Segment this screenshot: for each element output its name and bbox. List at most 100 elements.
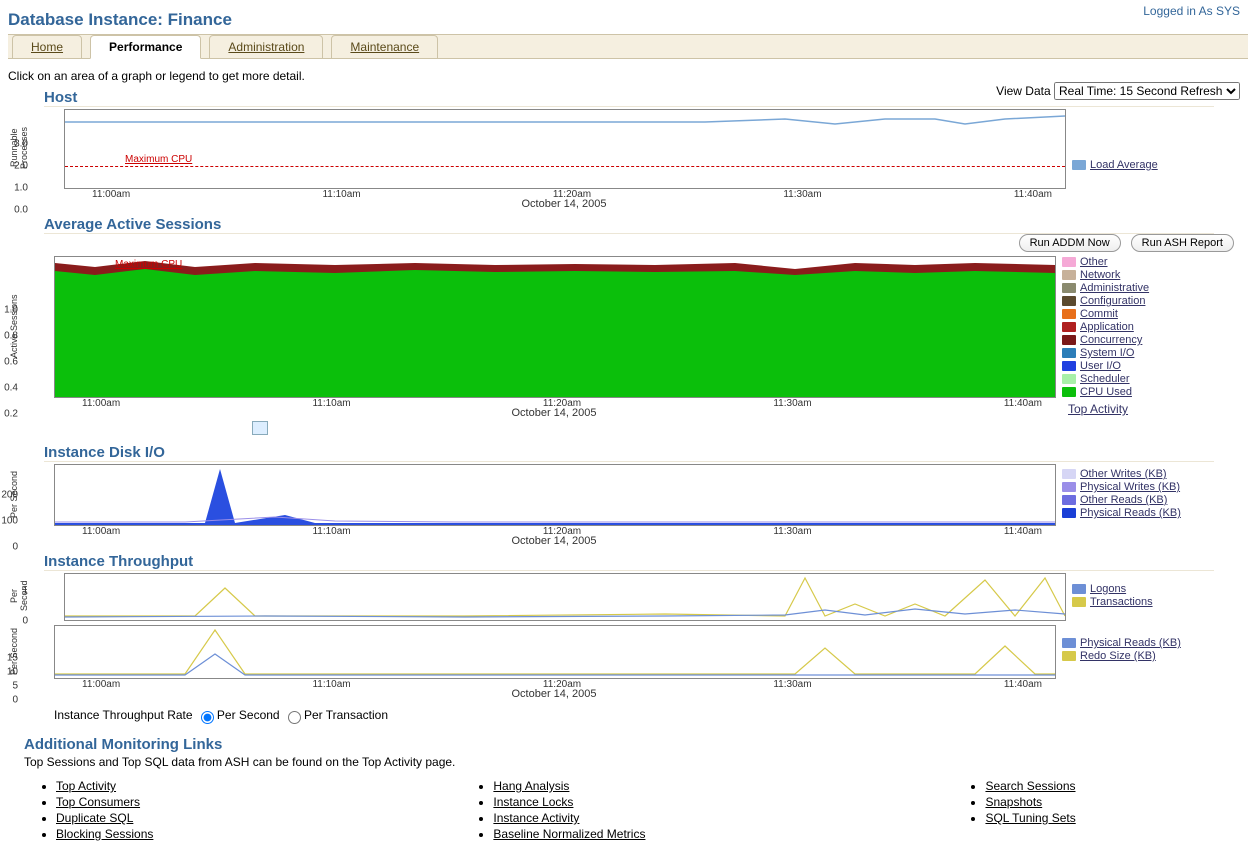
ytick: 0 [12, 695, 18, 706]
aml-link-blocking-sessions[interactable]: Blocking Sessions [56, 827, 153, 841]
io-date: October 14, 2005 [54, 535, 1054, 547]
thr-date: October 14, 2005 [54, 688, 1054, 700]
swatch-icon [1062, 270, 1076, 280]
xtick: 11:10am [322, 189, 360, 200]
aml-link-sql-tuning-sets[interactable]: SQL Tuning Sets [985, 811, 1075, 825]
legend-concurrency[interactable]: Concurrency [1080, 334, 1142, 346]
swatch-icon [1072, 160, 1086, 170]
xtick: 11:10am [312, 398, 350, 409]
swatch-icon [1062, 651, 1076, 661]
rate-per-second-radio[interactable] [201, 711, 214, 724]
legend-other[interactable]: Other [1080, 256, 1108, 268]
top-activity-link[interactable]: Top Activity [1068, 402, 1128, 416]
thr2-chart[interactable] [54, 625, 1056, 679]
host-maxcpu-link[interactable]: Maximum CPU [125, 154, 192, 165]
ytick: 1.0 [4, 305, 18, 316]
ytick: 0.6 [4, 357, 18, 368]
section-aas-title: Average Active Sessions [44, 216, 1214, 234]
legend-physical-writes-kb-[interactable]: Physical Writes (KB) [1080, 481, 1180, 493]
run-ash-button[interactable]: Run ASH Report [1131, 234, 1234, 252]
legend-cpu-used[interactable]: CPU Used [1080, 386, 1132, 398]
section-io-title: Instance Disk I/O [44, 444, 1214, 462]
ytick: 10 [7, 667, 18, 678]
legend-logons[interactable]: Logons [1090, 583, 1126, 595]
aml-link-instance-locks[interactable]: Instance Locks [493, 795, 573, 809]
login-status: Logged in As SYS [1143, 4, 1240, 18]
xtick: 11:40am [1004, 526, 1042, 537]
legend-commit[interactable]: Commit [1080, 308, 1118, 320]
swatch-icon [1062, 482, 1076, 492]
swatch-icon [1062, 348, 1076, 358]
xtick: 11:10am [312, 526, 350, 537]
view-data-label: View Data [996, 84, 1050, 98]
section-thr-title: Instance Throughput [44, 553, 1214, 571]
aas-chart[interactable]: Maximum CPU [54, 256, 1056, 398]
legend-configuration[interactable]: Configuration [1080, 295, 1145, 307]
legend-application[interactable]: Application [1080, 321, 1134, 333]
xtick: 11:00am [82, 526, 120, 537]
aml-link-duplicate-sql[interactable]: Duplicate SQL [56, 811, 133, 825]
legend-physical-reads-kb-[interactable]: Physical Reads (KB) [1080, 637, 1181, 649]
legend-system-i-o[interactable]: System I/O [1080, 347, 1134, 359]
ytick: 0.4 [4, 383, 18, 394]
thr1-chart[interactable] [64, 573, 1066, 621]
aas-maxcpu-link[interactable]: Maximum CPU [115, 259, 182, 270]
host-chart[interactable]: Maximum CPU [64, 109, 1066, 189]
drilldown-icon[interactable] [252, 421, 268, 435]
ytick: 5 [12, 681, 18, 692]
tab-home[interactable]: Home [12, 35, 82, 59]
ytick: 0.8 [4, 331, 18, 342]
aml-link-top-activity[interactable]: Top Activity [56, 779, 116, 793]
io-chart[interactable] [54, 464, 1056, 526]
thr-rate-label: Instance Throughput Rate [54, 708, 193, 722]
swatch-icon [1062, 322, 1076, 332]
view-data-select[interactable]: Real Time: 15 Second Refresh [1054, 82, 1240, 100]
legend-load-average[interactable]: Load Average [1090, 159, 1158, 171]
swatch-icon [1062, 335, 1076, 345]
aml-link-search-sessions[interactable]: Search Sessions [985, 779, 1075, 793]
aml-link-top-consumers[interactable]: Top Consumers [56, 795, 140, 809]
tab-maintenance[interactable]: Maintenance [331, 35, 438, 59]
xtick: 11:30am [773, 526, 811, 537]
rate-per-second-label: Per Second [217, 708, 280, 722]
xtick: 11:10am [312, 679, 350, 690]
host-date: October 14, 2005 [64, 198, 1064, 210]
xtick: 11:40am [1004, 679, 1042, 690]
legend-redo-size-kb-[interactable]: Redo Size (KB) [1080, 650, 1156, 662]
legend-other-writes-kb-[interactable]: Other Writes (KB) [1080, 468, 1167, 480]
legend-network[interactable]: Network [1080, 269, 1120, 281]
legend-scheduler[interactable]: Scheduler [1080, 373, 1130, 385]
swatch-icon [1062, 361, 1076, 371]
legend-administrative[interactable]: Administrative [1080, 282, 1149, 294]
aml-link-snapshots[interactable]: Snapshots [985, 795, 1042, 809]
ytick: 2.0 [14, 161, 28, 172]
legend-transactions[interactable]: Transactions [1090, 596, 1153, 608]
tab-performance[interactable]: Performance [90, 35, 201, 59]
aas-date: October 14, 2005 [54, 407, 1054, 419]
xtick: 11:00am [82, 398, 120, 409]
section-aml-title: Additional Monitoring Links [24, 736, 1248, 753]
swatch-icon [1062, 495, 1076, 505]
aml-link-instance-activity[interactable]: Instance Activity [493, 811, 579, 825]
ytick: 15 [7, 653, 18, 664]
swatch-icon [1072, 597, 1086, 607]
ytick: 0.2 [4, 409, 18, 420]
swatch-icon [1062, 374, 1076, 384]
xtick: 11:40am [1014, 189, 1052, 200]
swatch-icon [1062, 469, 1076, 479]
run-addm-button[interactable]: Run ADDM Now [1019, 234, 1121, 252]
legend-other-reads-kb-[interactable]: Other Reads (KB) [1080, 494, 1167, 506]
aas-ylabel: Active Sessions [8, 256, 20, 396]
xtick: 11:30am [783, 189, 821, 200]
swatch-icon [1062, 283, 1076, 293]
tab-administration[interactable]: Administration [209, 35, 323, 59]
aml-link-baseline-normalized-metrics[interactable]: Baseline Normalized Metrics [493, 827, 645, 841]
legend-user-i-o[interactable]: User I/O [1080, 360, 1121, 372]
swatch-icon [1062, 638, 1076, 648]
aml-link-hang-analysis[interactable]: Hang Analysis [493, 779, 569, 793]
rate-per-tx-radio[interactable] [288, 711, 301, 724]
ytick: 200 [1, 490, 18, 501]
legend-physical-reads-kb-[interactable]: Physical Reads (KB) [1080, 507, 1181, 519]
xtick: 11:40am [1004, 398, 1042, 409]
ytick: 0 [12, 542, 18, 553]
